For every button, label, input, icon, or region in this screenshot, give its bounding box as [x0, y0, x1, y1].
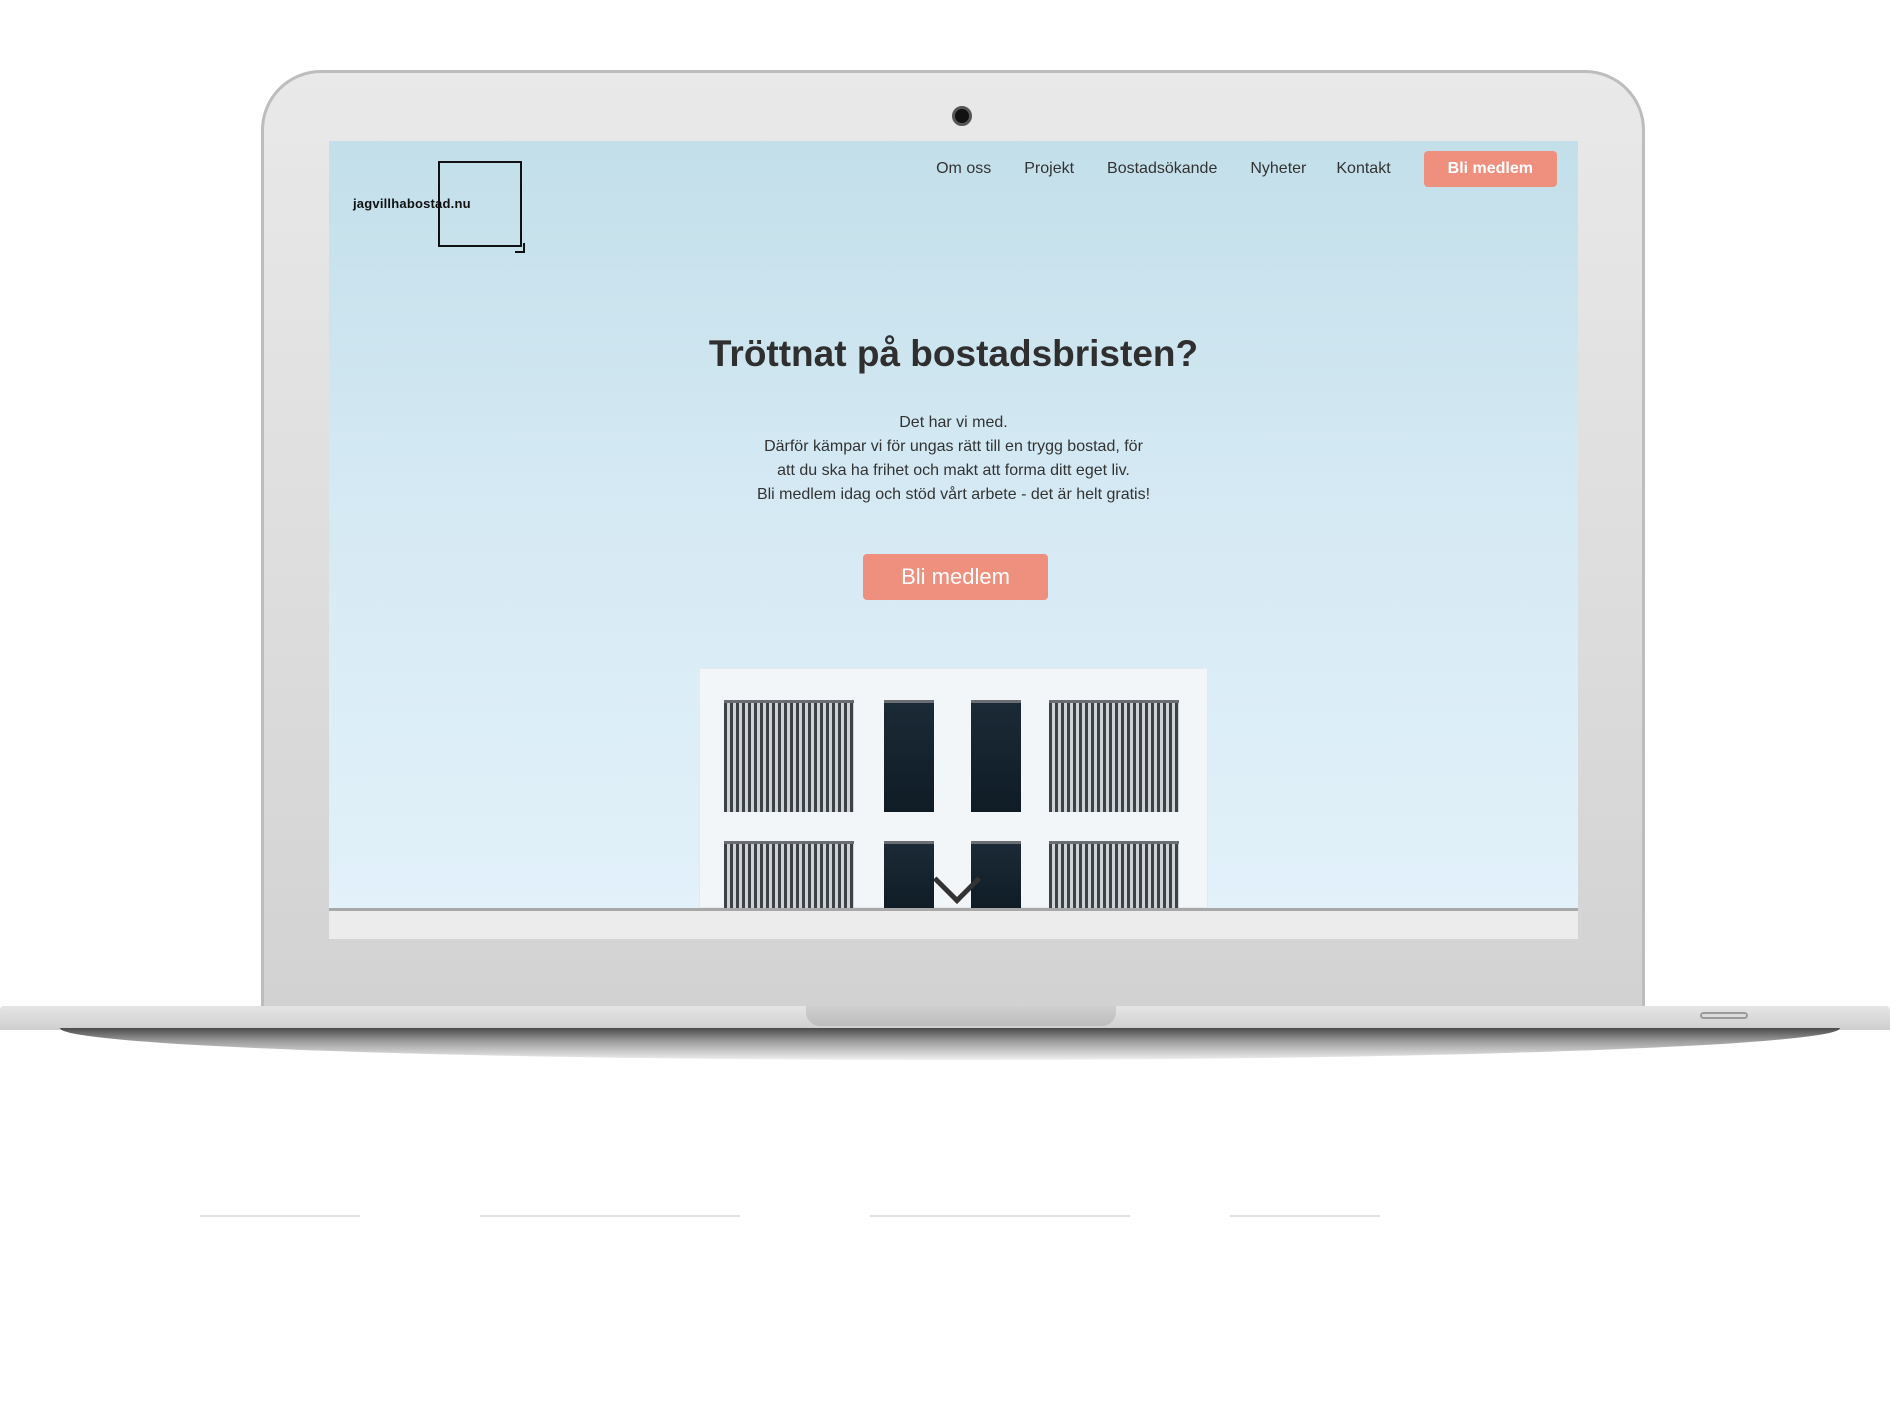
logo-corner-mark — [515, 243, 525, 253]
building-window — [724, 700, 854, 812]
nav-link-nyheter[interactable]: Nyheter — [1250, 160, 1306, 178]
floor-shadow — [480, 1215, 740, 1217]
building-window — [971, 841, 1021, 908]
hero-line: att du ska ha frihet och makt att forma … — [777, 462, 1130, 479]
webcam-icon — [952, 106, 972, 126]
building-window — [884, 841, 934, 908]
nav-link-kontakt[interactable]: Kontakt — [1336, 160, 1390, 178]
hero-join-button[interactable]: Bli medlem — [863, 554, 1048, 600]
laptop-port — [1700, 1012, 1748, 1019]
hero-line: Därför kämpar vi för ungas rätt till en … — [764, 438, 1143, 455]
hero-title: Tröttnat på bostadsbristen? — [708, 333, 1199, 374]
nav-link-projekt[interactable]: Projekt — [1024, 160, 1074, 178]
laptop-hinge-notch — [806, 1006, 1116, 1026]
nav-join-button[interactable]: Bli medlem — [1423, 151, 1557, 187]
screen-bottom-bar — [329, 908, 1578, 939]
floor-shadow — [200, 1215, 360, 1217]
laptop-base-edge — [60, 1028, 1840, 1060]
floor-shadow — [870, 1215, 1130, 1217]
nav-link-bostadsokande[interactable]: Bostadsökande — [1107, 160, 1217, 178]
building-window — [724, 841, 854, 908]
nav-link-om-oss[interactable]: Om oss — [936, 160, 991, 178]
browser-viewport: jagvillhabostad.nu Om oss Projekt Bostad… — [329, 141, 1578, 908]
building-window — [971, 700, 1021, 812]
main-nav: Om oss Projekt Bostadsökande Nyheter Kon… — [936, 151, 1557, 187]
hero-description: Det har vi med. Därför kämpar vi för ung… — [329, 411, 1578, 507]
site-logo[interactable]: jagvillhabostad.nu — [353, 161, 525, 271]
hero-line: Bli medlem idag och stöd vårt arbete - d… — [756, 486, 1151, 503]
logo-text: jagvillhabostad.nu — [353, 196, 471, 211]
building-window — [1049, 841, 1179, 908]
building-window — [1049, 700, 1179, 812]
building-window — [884, 700, 934, 812]
hero-line: Det har vi med. — [899, 414, 1008, 431]
floor-shadow — [1230, 1215, 1380, 1217]
